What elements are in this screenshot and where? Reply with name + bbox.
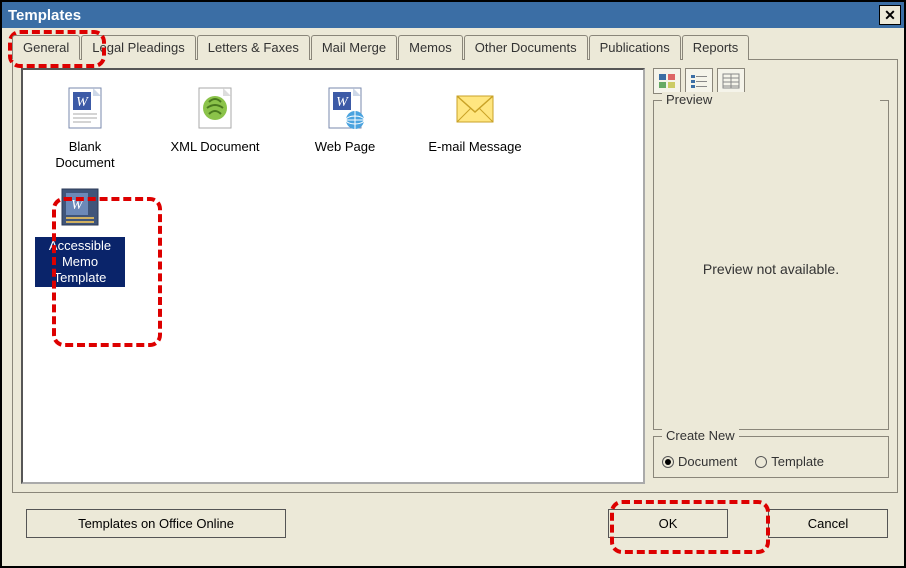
tab-strip: General Legal Pleadings Letters & Faxes … <box>2 28 904 59</box>
large-icons-icon <box>658 73 676 89</box>
radio-template[interactable]: Template <box>755 454 824 469</box>
list-icon <box>690 73 708 89</box>
button-label: Cancel <box>808 516 848 531</box>
dialog-buttons: Templates on Office Online OK Cancel <box>2 493 904 554</box>
svg-text:W: W <box>71 198 84 213</box>
create-new-fieldset: Create New Document Template <box>653 436 889 478</box>
email-icon <box>449 82 501 134</box>
tab-publications[interactable]: Publications <box>589 35 681 60</box>
templates-online-button[interactable]: Templates on Office Online <box>26 509 286 538</box>
tab-label: Publications <box>600 40 670 55</box>
close-icon: ✕ <box>884 7 896 24</box>
template-item-web-page[interactable]: W Web Page <box>295 82 395 173</box>
tab-reports[interactable]: Reports <box>682 35 750 60</box>
tab-general[interactable]: General <box>12 35 80 60</box>
memo-template-icon: W <box>54 181 106 233</box>
template-item-xml-document[interactable]: XML Document <box>165 82 265 173</box>
details-icon <box>722 73 740 89</box>
svg-text:W: W <box>336 95 349 110</box>
word-doc-icon: W <box>59 82 111 134</box>
right-column: Preview Preview not available. Create Ne… <box>653 68 889 484</box>
template-item-label: Web Page <box>312 138 378 156</box>
tab-label: Memos <box>409 40 452 55</box>
view-details-button[interactable] <box>717 68 745 94</box>
tab-label: Other Documents <box>475 40 577 55</box>
button-label: OK <box>659 516 678 531</box>
tab-label: Mail Merge <box>322 40 386 55</box>
tab-label: General <box>23 40 69 55</box>
template-item-label: E-mail Message <box>425 138 524 156</box>
create-new-legend: Create New <box>662 428 739 443</box>
radio-icon <box>755 456 767 468</box>
close-button[interactable]: ✕ <box>879 5 901 25</box>
cancel-button[interactable]: Cancel <box>768 509 888 538</box>
template-list: W Blank Document XML Document W Web Page <box>21 68 645 484</box>
tab-label: Legal Pleadings <box>92 40 185 55</box>
radio-label: Document <box>678 454 737 469</box>
radio-document[interactable]: Document <box>662 454 737 469</box>
radio-label: Template <box>771 454 824 469</box>
template-item-blank-document[interactable]: W Blank Document <box>35 82 135 173</box>
preview-text: Preview not available. <box>662 116 880 421</box>
preview-legend: Preview <box>662 92 880 107</box>
view-list-button[interactable] <box>685 68 713 94</box>
tab-other-documents[interactable]: Other Documents <box>464 35 588 60</box>
template-item-label: Accessible Memo Template <box>35 237 125 288</box>
template-item-label: Blank Document <box>35 138 135 173</box>
button-label: Templates on Office Online <box>78 516 234 531</box>
window-title: Templates <box>8 7 81 24</box>
ok-button[interactable]: OK <box>608 509 728 538</box>
xml-doc-icon <box>189 82 241 134</box>
tab-panel: W Blank Document XML Document W Web Page <box>12 59 898 493</box>
view-large-icons-button[interactable] <box>653 68 681 94</box>
preview-fieldset: Preview Preview not available. <box>653 100 889 430</box>
template-item-accessible-memo[interactable]: W Accessible Memo Template <box>35 181 125 288</box>
tab-label: Letters & Faxes <box>208 40 299 55</box>
tab-legal-pleadings[interactable]: Legal Pleadings <box>81 35 196 60</box>
svg-text:W: W <box>76 95 89 110</box>
titlebar: Templates ✕ <box>2 2 904 28</box>
tab-mail-merge[interactable]: Mail Merge <box>311 35 397 60</box>
template-item-email-message[interactable]: E-mail Message <box>425 82 525 173</box>
template-item-label: XML Document <box>167 138 262 156</box>
tab-letters-faxes[interactable]: Letters & Faxes <box>197 35 310 60</box>
tab-memos[interactable]: Memos <box>398 35 463 60</box>
web-page-icon: W <box>319 82 371 134</box>
view-mode-toolbar <box>653 68 889 94</box>
tab-label: Reports <box>693 40 739 55</box>
radio-icon <box>662 456 674 468</box>
